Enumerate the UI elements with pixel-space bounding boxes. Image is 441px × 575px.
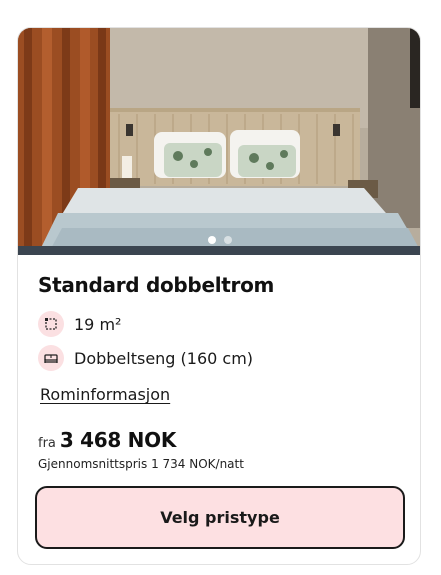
feature-bed-text: Dobbeltseng (160 cm) [74,348,254,368]
feature-bed: Dobbeltseng (160 cm) [38,345,253,371]
price-prefix: fra [38,436,56,451]
room-card: Standard dobbeltrom 19 m² Dobbeltseng (1… [17,27,421,565]
feature-area-text: 19 m² [74,314,122,334]
bed-icon [38,345,64,371]
area-icon [38,311,64,337]
carousel-dots [18,236,420,244]
room-photo[interactable] [18,28,420,255]
average-price: Gjennomsnittspris 1 734 NOK/natt [38,457,244,471]
room-info-link[interactable]: Rominformasjon [40,385,170,404]
carousel-dot-active[interactable] [208,236,216,244]
carousel-dot[interactable] [224,236,232,244]
feature-area: 19 m² [38,311,121,337]
price-row: fra 3 468 NOK [38,428,176,452]
room-title: Standard dobbeltrom [38,273,275,297]
price-value: 3 468 NOK [59,428,177,452]
room-photo-image [18,28,420,255]
select-rate-button[interactable]: Velg pristype [35,486,405,549]
